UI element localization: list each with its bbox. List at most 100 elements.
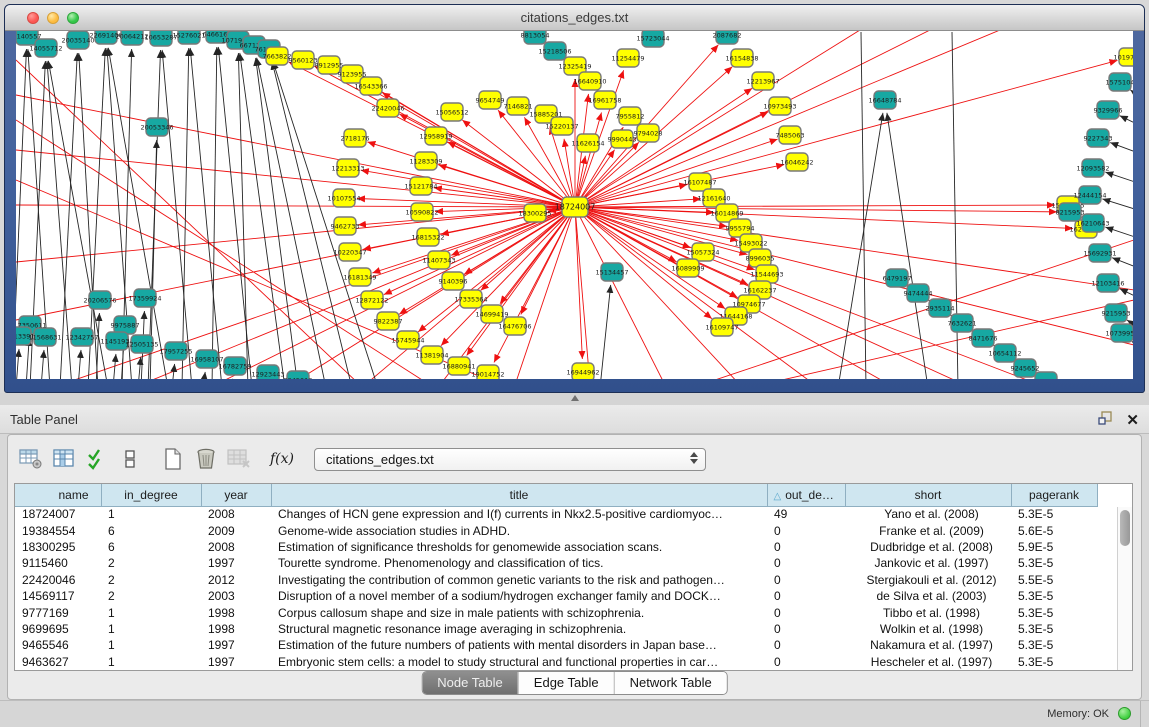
graph-node[interactable]: 10973493 [763, 97, 796, 115]
table-row[interactable]: 1938455462009Genome-wide association stu… [15, 522, 1097, 538]
graph-node[interactable]: 12872122 [355, 291, 388, 309]
cell-in_degree[interactable]: 2 [101, 588, 201, 604]
graph-node[interactable]: 19014752 [471, 365, 504, 379]
graph-node[interactable]: 9794028 [634, 124, 663, 142]
graph-node[interactable]: 9990443 [608, 130, 637, 148]
cell-pagerank[interactable]: 5.3E-5 [1011, 637, 1097, 653]
cell-out_degree[interactable]: 0 [767, 522, 845, 538]
cell-year[interactable]: 2008 [201, 539, 271, 555]
cell-short[interactable]: Yano et al. (2008) [845, 506, 1011, 522]
cell-name[interactable]: 18300295 [15, 539, 101, 555]
cell-short[interactable]: Stergiakouli et al. (2012) [845, 572, 1011, 588]
cell-title[interactable]: Estimation of the future numbers of pati… [271, 637, 767, 653]
graph-node[interactable]: 10107554 [327, 189, 360, 207]
graph-node[interactable]: 9227343 [1084, 129, 1113, 147]
citation-graph[interactable]: 2140557140557122003514022691406200642121… [16, 31, 1133, 379]
cell-year[interactable]: 1997 [201, 555, 271, 571]
cell-short[interactable]: Dudbridge et al. (2008) [845, 539, 1011, 555]
cell-title[interactable]: Estimation of significance thresholds fo… [271, 539, 767, 555]
window-titlebar[interactable]: citations_edges.txt [5, 5, 1144, 31]
column-header-name[interactable]: name [15, 484, 101, 506]
cell-short[interactable]: de Silva et al. (2003) [845, 588, 1011, 604]
graph-node[interactable]: 10220347 [333, 243, 366, 261]
cell-in_degree[interactable]: 6 [101, 522, 201, 538]
cell-name[interactable]: 22420046 [15, 572, 101, 588]
graph-node[interactable]: 9462733 [331, 217, 360, 235]
table-row[interactable]: 946362711997Embryonic stem cells: a mode… [15, 654, 1097, 670]
cell-title[interactable]: Genome-wide association studies in ADHD. [271, 522, 767, 538]
cell-name[interactable]: 14569117 [15, 588, 101, 604]
cell-out_degree[interactable]: 0 [767, 555, 845, 571]
cell-out_degree[interactable]: 0 [767, 621, 845, 637]
splitter-grip-icon[interactable] [571, 395, 579, 401]
tab-edge-table[interactable]: Edge Table [518, 672, 614, 694]
cell-name[interactable]: 9115460 [15, 555, 101, 571]
new-file-icon[interactable] [158, 444, 188, 474]
graph-node[interactable]: 8471676 [969, 329, 998, 347]
cell-out_degree[interactable]: 0 [767, 637, 845, 653]
cell-title[interactable]: Corpus callosum shape and size in male p… [271, 604, 767, 620]
cell-in_degree[interactable]: 1 [101, 604, 201, 620]
graph-node[interactable]: 20206576 [83, 291, 116, 309]
cell-year[interactable]: 2012 [201, 572, 271, 588]
table-settings-icon[interactable] [16, 444, 46, 474]
graph-node[interactable]: 8215953 [1056, 203, 1085, 221]
attribute-table[interactable]: namein_degreeyeartitle△out_de…shortpager… [14, 483, 1133, 671]
cell-pagerank[interactable]: 5.5E-5 [1011, 572, 1097, 588]
cell-name[interactable]: 9699695 [15, 621, 101, 637]
graph-node[interactable]: 16154838 [725, 49, 758, 67]
table-row[interactable]: 2242004622012Investigating the contribut… [15, 572, 1097, 588]
cell-year[interactable]: 1998 [201, 621, 271, 637]
graph-node[interactable]: 8813054 [521, 31, 550, 44]
graph-node[interactable]: 9245012 [284, 371, 313, 379]
table-scrollbar[interactable] [1117, 507, 1132, 670]
column-header-pagerank[interactable]: pagerank [1011, 484, 1097, 506]
float-window-icon[interactable] [1098, 410, 1114, 431]
cell-short[interactable]: Wolkin et al. (1998) [845, 621, 1011, 637]
graph-node[interactable]: 16961758 [588, 91, 621, 109]
graph-node[interactable]: 6479197 [883, 269, 912, 287]
cell-in_degree[interactable]: 1 [101, 506, 201, 522]
graph-node[interactable]: 12103416 [1091, 274, 1124, 292]
cell-year[interactable]: 2008 [201, 506, 271, 522]
graph-node[interactable]: 9329966 [1094, 101, 1123, 119]
cell-name[interactable]: 9465546 [15, 637, 101, 653]
delete-trash-icon[interactable] [191, 444, 221, 474]
cell-title[interactable]: Embryonic stem cells: a model to study s… [271, 654, 767, 670]
graph-node[interactable]: 16648784 [868, 91, 901, 109]
graph-node[interactable]: 15056512 [435, 103, 468, 121]
graph-node[interactable]: 15276021 [172, 31, 205, 44]
cell-in_degree[interactable]: 2 [101, 572, 201, 588]
table-row[interactable]: 946554611997Estimation of the future num… [15, 637, 1097, 653]
cell-pagerank[interactable]: 5.3E-5 [1011, 621, 1097, 637]
select-attributes-icon[interactable] [82, 444, 112, 474]
graph-node[interactable]: 12213313 [331, 159, 364, 177]
cell-short[interactable]: Hescheler et al. (1997) [845, 654, 1011, 670]
graph-node[interactable]: 12342757 [65, 328, 98, 346]
graph-node[interactable]: 9474444 [904, 284, 933, 302]
graph-node[interactable]: 11407343 [422, 251, 455, 269]
cell-pagerank[interactable]: 5.3E-5 [1011, 506, 1097, 522]
table-columns-icon[interactable] [49, 444, 79, 474]
cell-out_degree[interactable]: 0 [767, 572, 845, 588]
cell-title[interactable]: Changes of HCN gene expression and I(f) … [271, 506, 767, 522]
graph-node[interactable]: 11283309 [409, 152, 442, 170]
graph-node[interactable]: 9215953 [1102, 304, 1131, 322]
cell-in_degree[interactable]: 6 [101, 539, 201, 555]
table-row[interactable]: 1830029562008Estimation of significance … [15, 539, 1097, 555]
cell-short[interactable]: Tibbo et al. (1998) [845, 604, 1011, 620]
column-header-title[interactable]: title [271, 484, 767, 506]
cell-pagerank[interactable]: 5.9E-5 [1011, 539, 1097, 555]
network-canvas[interactable]: 2140557140557122003514022691406200642121… [16, 31, 1133, 379]
graph-node[interactable]: 15134457 [595, 263, 628, 281]
cell-in_degree[interactable]: 2 [101, 555, 201, 571]
graph-node[interactable]: 16046242 [780, 153, 813, 171]
table-selector-dropdown[interactable]: citations_edges.txt [314, 448, 706, 471]
table-row[interactable]: 911546021997Tourette syndrome. Phenomeno… [15, 555, 1097, 571]
graph-node[interactable]: 15723044 [636, 31, 669, 47]
cell-short[interactable]: Nakamura et al. (1997) [845, 637, 1011, 653]
graph-node[interactable]: 9654749 [476, 91, 505, 109]
graph-node[interactable]: 7663822 [263, 47, 292, 65]
cell-pagerank[interactable]: 5.6E-5 [1011, 522, 1097, 538]
table-row[interactable]: 969969511998Structural magnetic resonanc… [15, 621, 1097, 637]
